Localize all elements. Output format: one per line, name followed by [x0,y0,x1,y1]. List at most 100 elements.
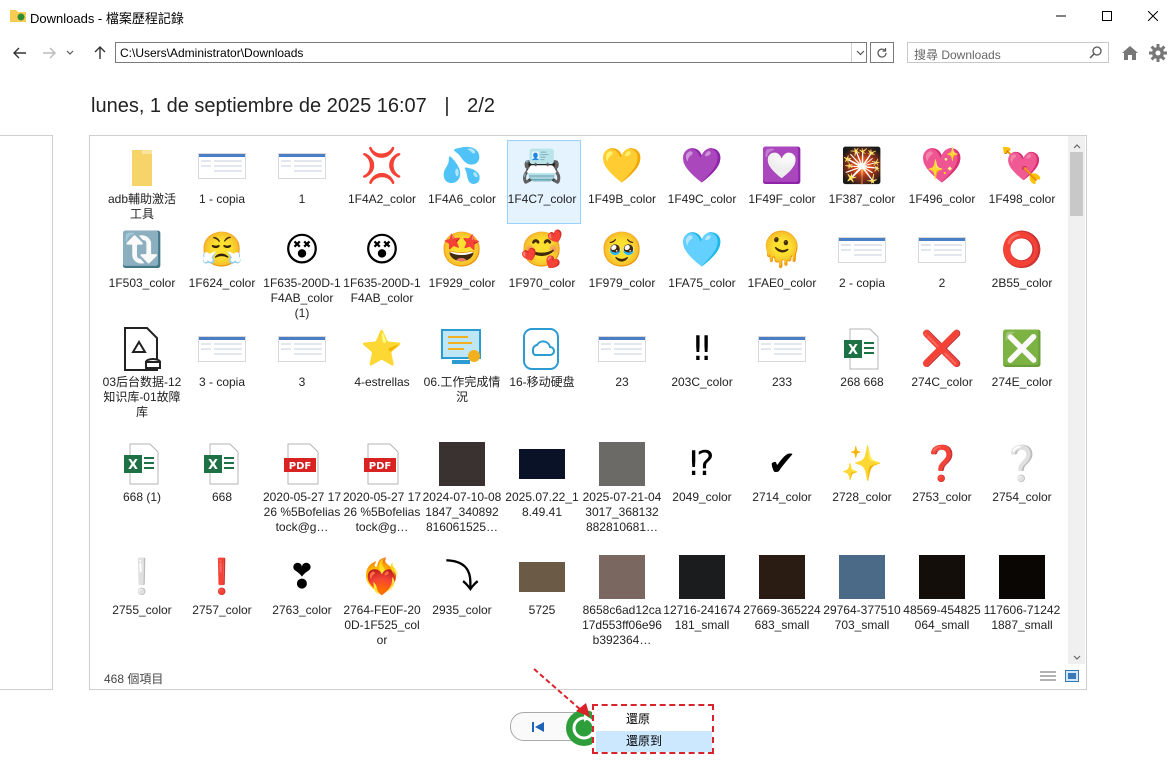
file-item[interactable]: 48569-454825064_small [902,553,982,633]
item-count: 468 個項目 [104,672,164,686]
file-item[interactable]: 16-移动硬盘 [502,325,582,405]
file-item[interactable]: 😵 1F635-200D-1F4AB_color (1) [262,226,342,320]
file-name: 2753_color [912,490,972,504]
file-item[interactable]: 💖 1F496_color [902,142,982,222]
forward-button[interactable] [38,42,60,64]
menu-item-restore[interactable]: 還原 [596,709,712,730]
file-item[interactable]: ⭕ 2B55_color [982,226,1062,306]
file-item[interactable]: 2 [902,226,982,306]
emoji-file-icon: ❗ [200,557,244,597]
file-item[interactable]: ❤️‍🔥 2764-FE0F-200D-1F525_color [342,553,422,647]
file-item[interactable]: ⁉ 2049_color [662,440,742,520]
file-item[interactable]: 06.工作完成情況 [422,325,502,405]
emoji-file-icon: 😵 [364,230,400,270]
file-item[interactable]: 💟 1F49F_color [742,142,822,222]
file-item[interactable]: 💛 1F49B_color [582,142,662,222]
file-item[interactable]: 117606-712421887_small [982,553,1062,633]
file-name: 2 [938,276,946,290]
file-item[interactable]: 🥰 1F970_color [502,226,582,306]
search-input[interactable]: 搜尋 Downloads [907,42,1109,63]
back-button[interactable] [9,42,31,64]
photo-file-icon [518,553,566,601]
file-item[interactable]: ⭐ 4-estrellas [342,325,422,405]
close-button[interactable] [1130,0,1176,32]
file-item[interactable]: PDF 2020-05-27 1726 %5Bofeliastock@g… [342,440,422,534]
file-item[interactable]: ✨ 2728_color [822,440,902,520]
file-item[interactable]: 💦 1F4A6_color [422,142,502,222]
maximize-button[interactable] [1084,0,1130,32]
up-button[interactable] [89,42,111,64]
file-item[interactable]: ❔ 2754_color [982,440,1062,520]
details-view-icon[interactable] [1040,670,1056,682]
file-item[interactable]: 3 [262,325,342,405]
address-bar[interactable]: C:\Users\Administrator\Downloads [115,42,867,63]
file-item[interactable]: 🫠 1FAE0_color [742,226,822,306]
file-item[interactable]: 27669-365224683_small [742,553,822,633]
excel-file-icon: X [838,325,886,373]
file-name: 1F498_color [988,192,1056,206]
file-item[interactable]: 😤 1F624_color [182,226,262,306]
file-item[interactable]: 📇 1F4C7_color [502,140,582,224]
file-item[interactable]: X 668 [182,440,262,520]
address-dropdown[interactable] [851,43,868,62]
home-icon[interactable] [1121,44,1139,62]
shot-file-icon [278,142,326,190]
file-item[interactable]: 💜 1F49C_color [662,142,742,222]
minimize-button[interactable] [1038,0,1084,32]
file-item[interactable]: X 268 668 [822,325,902,405]
file-item[interactable]: 🤩 1F929_color [422,226,502,306]
file-item[interactable]: ❎ 274E_color [982,325,1062,405]
file-item[interactable]: 🔃 1F503_color [102,226,182,306]
file-item[interactable]: 2024-07-10-081847_340892816061525… [422,440,502,534]
file-item[interactable]: ❗ 2757_color [182,553,262,633]
file-name: 2763_color [272,603,332,617]
file-item[interactable]: ❣ 2763_color [262,553,342,633]
file-item[interactable]: 😵 1F635-200D-1F4AB_color [342,226,422,306]
emoji-file-icon: ✔ [767,444,797,484]
file-item[interactable]: 03后台数据-12知识库-01故障库 [102,325,182,419]
file-item[interactable]: 5725 [502,553,582,633]
file-name: 06.工作完成情況 [423,375,501,404]
file-item[interactable]: 2025.07.22_18.49.41 [502,440,582,520]
emoji-file-icon: 🥹 [600,230,644,270]
file-item[interactable]: ‼ 203C_color [662,325,742,405]
file-item[interactable]: PDF 2020-05-27 1726 %5Bofeliastock@g… [262,440,342,534]
file-item[interactable]: 🎇 1F387_color [822,142,902,222]
file-name: 1F635-200D-1F4AB_color (1) [263,276,341,320]
shot-file-icon [198,325,246,373]
scroll-thumb[interactable] [1070,152,1083,216]
search-icon[interactable] [1088,45,1104,61]
file-item[interactable]: 29764-377510703_small [822,553,902,633]
file-item[interactable]: 233 [742,325,822,405]
large-icons-view-icon[interactable] [1065,670,1080,682]
previous-version-panel[interactable] [0,135,53,690]
file-item[interactable]: 1 - copia [182,142,262,222]
file-item[interactable]: 2025-07-21-043017_368132882810681… [582,440,662,534]
scroll-down-button[interactable] [1068,649,1085,665]
file-item[interactable]: ⤵ 2935_color [422,553,502,633]
annotation-arrow [533,668,590,717]
file-item[interactable]: 3 - copia [182,325,262,405]
recent-locations-button[interactable] [62,42,78,64]
file-item[interactable]: ❕ 2755_color [102,553,182,633]
file-name: 03后台数据-12知识库-01故障库 [102,375,182,419]
file-item[interactable]: 12716-241674181_small [662,553,742,633]
file-item[interactable]: ✔ 2714_color [742,440,822,520]
file-item[interactable]: ❓ 2753_color [902,440,982,520]
refresh-button[interactable] [870,42,894,63]
file-item[interactable]: 💢 1F4A2_color [342,142,422,222]
file-item[interactable]: ❌ 274C_color [902,325,982,405]
file-item[interactable]: 🥹 1F979_color [582,226,662,306]
version-date-header: lunes, 1 de septiembre de 2025 16:07 | 2… [91,95,495,118]
file-name: 1F49B_color [587,192,657,206]
file-item[interactable]: 2 - copia [822,226,902,306]
file-item[interactable]: 🩵 1FA75_color [662,226,742,306]
gear-icon[interactable] [1148,43,1168,63]
menu-item-restore-to[interactable]: 還原到 [596,731,712,752]
file-item[interactable]: 💘 1F498_color [982,142,1062,222]
file-item[interactable]: 8658c6ad12ca17d553ff06e96b392364… [582,553,662,647]
file-item[interactable]: X 668 (1) [102,440,182,520]
file-item[interactable]: 1 [262,142,342,222]
file-item[interactable]: adb輔助激活工具 [102,142,182,222]
file-item[interactable]: 23 [582,325,662,405]
